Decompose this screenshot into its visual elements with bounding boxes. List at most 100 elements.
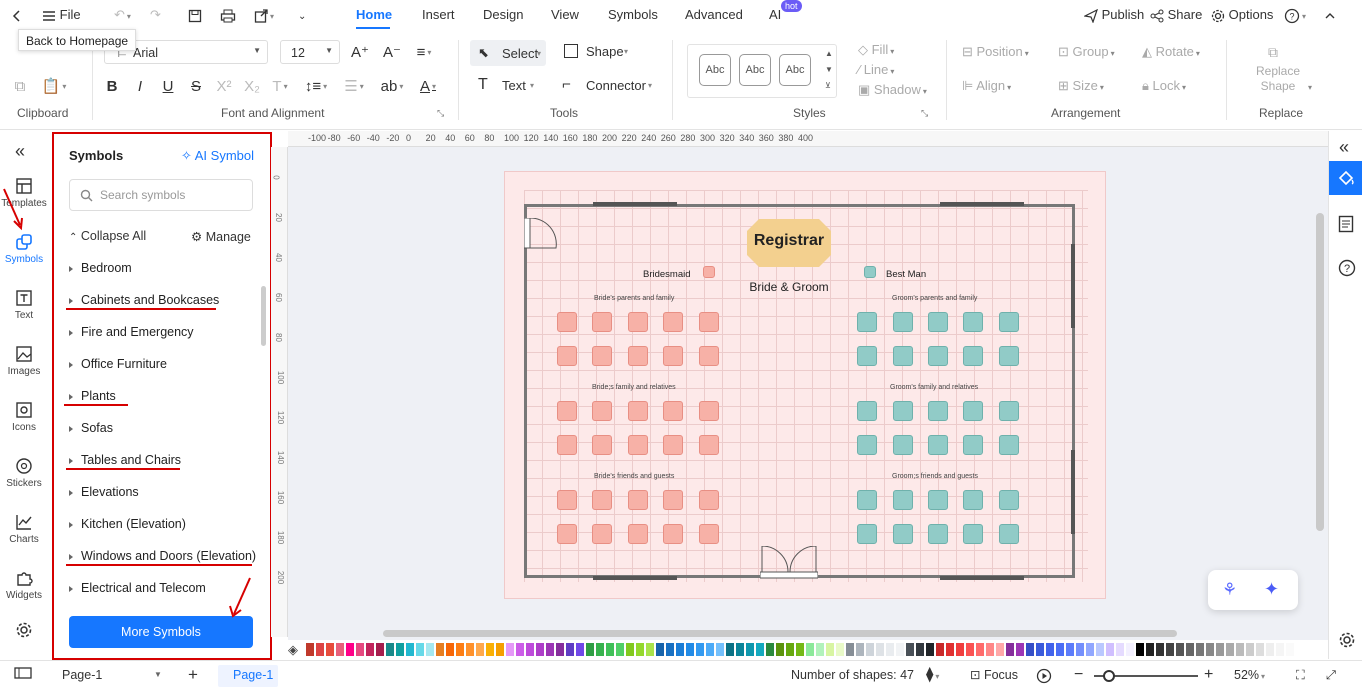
- color-swatch[interactable]: [1106, 643, 1114, 656]
- color-swatch[interactable]: [696, 643, 704, 656]
- color-swatch[interactable]: [436, 643, 444, 656]
- color-swatch[interactable]: [596, 643, 604, 656]
- category-electrical-and-telecom[interactable]: Electrical and Telecom: [69, 581, 206, 595]
- color-swatch[interactable]: [1126, 643, 1134, 656]
- back-button[interactable]: [10, 0, 24, 30]
- color-swatch[interactable]: [816, 643, 824, 656]
- underline-button[interactable]: U: [158, 76, 178, 96]
- bride-guest-chair[interactable]: [592, 490, 612, 510]
- decrease-font-button[interactable]: A⁻: [382, 42, 402, 62]
- text-tool-button[interactable]: T Text ▾: [476, 76, 536, 98]
- lock-button[interactable]: 🔒︎ Lock ▾: [1142, 78, 1186, 94]
- color-swatch[interactable]: [796, 643, 804, 656]
- bride-guest-chair[interactable]: [592, 346, 612, 366]
- color-swatch[interactable]: [676, 643, 684, 656]
- category-plants[interactable]: Plants: [69, 389, 116, 403]
- style-sample-1[interactable]: Abc: [699, 54, 731, 86]
- window-right-bottom[interactable]: [1071, 450, 1075, 534]
- tab-design[interactable]: Design: [483, 0, 523, 30]
- color-swatch[interactable]: [896, 643, 904, 656]
- bridesmaid-chair[interactable]: [703, 266, 715, 278]
- color-swatch[interactable]: [416, 643, 424, 656]
- color-swatch[interactable]: [826, 643, 834, 656]
- font-color-button[interactable]: A ▾: [418, 76, 438, 96]
- color-swatch[interactable]: [836, 643, 844, 656]
- style-sample-3[interactable]: Abc: [779, 54, 811, 86]
- groom-guest-chair[interactable]: [999, 346, 1019, 366]
- color-swatch[interactable]: [326, 643, 334, 656]
- page-tab[interactable]: Page-1: [233, 661, 273, 689]
- rail-item-widgets[interactable]: Widgets: [0, 569, 48, 601]
- expand-icon[interactable]: ⤡: [921, 108, 928, 119]
- color-swatch[interactable]: [336, 643, 344, 656]
- bride-guest-chair[interactable]: [699, 312, 719, 332]
- options-button[interactable]: Options: [1211, 0, 1273, 30]
- window-bottom-left[interactable]: [593, 576, 677, 580]
- rotate-button[interactable]: ◭ Rotate ▾: [1142, 44, 1200, 60]
- text-case-button[interactable]: T ▾: [270, 76, 290, 96]
- strikethrough-button[interactable]: S: [186, 76, 206, 96]
- color-swatch[interactable]: [756, 643, 764, 656]
- color-swatch[interactable]: [1166, 643, 1174, 656]
- tab-advanced[interactable]: Advanced: [685, 0, 743, 30]
- color-swatch[interactable]: [866, 643, 874, 656]
- color-swatch[interactable]: [1136, 643, 1144, 656]
- fill-bucket-icon[interactable]: ◈: [288, 642, 298, 658]
- window-top-right[interactable]: [940, 202, 1024, 206]
- bride-guest-chair[interactable]: [699, 524, 719, 544]
- color-swatch[interactable]: [1006, 643, 1014, 656]
- color-swatch[interactable]: [316, 643, 324, 656]
- bride-guest-chair[interactable]: [557, 435, 577, 455]
- rail-item-text[interactable]: Text: [0, 289, 48, 321]
- bride-guest-chair[interactable]: [592, 524, 612, 544]
- color-swatch[interactable]: [516, 643, 524, 656]
- text-style-button[interactable]: ab ▾: [381, 76, 404, 96]
- color-swatch[interactable]: [356, 643, 364, 656]
- color-swatch[interactable]: [396, 643, 404, 656]
- category-windows-and-doors-elevation[interactable]: Windows and Doors (Elevation): [69, 549, 256, 563]
- color-swatch[interactable]: [1206, 643, 1214, 656]
- collapse-panel-icon[interactable]: «: [15, 141, 25, 162]
- color-swatch[interactable]: [966, 643, 974, 656]
- rail-item-icons[interactable]: Icons: [0, 401, 48, 433]
- color-swatch[interactable]: [1076, 643, 1084, 656]
- color-swatch[interactable]: [766, 643, 774, 656]
- rail-item-stickers[interactable]: Stickers: [0, 457, 48, 489]
- rail-item-charts[interactable]: Charts: [0, 513, 48, 545]
- color-swatch[interactable]: [466, 643, 474, 656]
- color-swatch[interactable]: [1256, 643, 1264, 656]
- color-swatch[interactable]: [536, 643, 544, 656]
- color-swatch[interactable]: [506, 643, 514, 656]
- bride-guest-chair[interactable]: [663, 346, 683, 366]
- bride-guest-chair[interactable]: [557, 490, 577, 510]
- position-button[interactable]: ⊟ Position ▾: [962, 44, 1029, 60]
- groom-guest-chair[interactable]: [857, 312, 877, 332]
- font-size-select[interactable]: 12 ▼: [280, 40, 340, 64]
- color-swatch[interactable]: [856, 643, 864, 656]
- color-swatch[interactable]: [1196, 643, 1204, 656]
- color-swatch[interactable]: [1116, 643, 1124, 656]
- color-swatch[interactable]: [1276, 643, 1284, 656]
- color-swatch[interactable]: [636, 643, 644, 656]
- color-swatch[interactable]: [1266, 643, 1274, 656]
- color-swatch[interactable]: [876, 643, 884, 656]
- color-swatch[interactable]: [306, 643, 314, 656]
- increase-font-button[interactable]: A⁺: [350, 42, 370, 62]
- color-swatch[interactable]: [616, 643, 624, 656]
- color-swatch[interactable]: [1226, 643, 1234, 656]
- color-swatch[interactable]: [1066, 643, 1074, 656]
- copy-button[interactable]: ⧉: [10, 76, 30, 96]
- file-menu[interactable]: File: [42, 0, 81, 30]
- color-swatch[interactable]: [806, 643, 814, 656]
- color-swatch[interactable]: [996, 643, 1004, 656]
- category-office-furniture[interactable]: Office Furniture: [69, 357, 167, 371]
- groom-guest-chair[interactable]: [999, 435, 1019, 455]
- color-swatch[interactable]: [456, 643, 464, 656]
- groom-guest-chair[interactable]: [857, 435, 877, 455]
- sparkle-icon[interactable]: ✦: [1264, 579, 1279, 600]
- fit-page-button[interactable]: ⛶: [1296, 661, 1305, 689]
- color-swatch[interactable]: [366, 643, 374, 656]
- color-swatch[interactable]: [386, 643, 394, 656]
- tab-home[interactable]: Home: [356, 0, 392, 30]
- color-swatch[interactable]: [1086, 643, 1094, 656]
